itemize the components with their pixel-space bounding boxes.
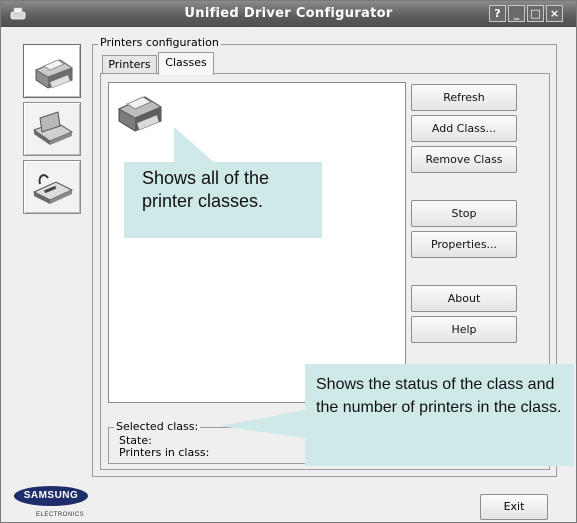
scanner-icon [32, 111, 74, 145]
selected-class-label: Selected class: [114, 420, 201, 433]
tab-printers[interactable]: Printers [102, 55, 157, 74]
help-button[interactable]: Help [411, 316, 517, 343]
title-bar[interactable]: Unified Driver Configurator ? _ □ × [1, 1, 576, 27]
status-callout: Shows the status of the class and the nu… [316, 376, 562, 416]
sidebar-item-ports[interactable] [23, 160, 81, 214]
printers-configuration-label: Printers configuration [98, 36, 221, 49]
app-window: Unified Driver Configurator ? _ □ × Prin… [0, 0, 577, 523]
sidebar-item-scanners[interactable] [23, 102, 81, 156]
maximize-button[interactable]: □ [527, 5, 544, 22]
remove-class-button[interactable]: Remove Class [411, 146, 517, 173]
close-button[interactable]: × [546, 5, 563, 22]
tab-classes[interactable]: Classes [158, 52, 214, 75]
printer-icon [34, 59, 74, 89]
add-class-button[interactable]: Add Class... [411, 115, 517, 142]
printers-in-class-label: Printers in class: [119, 446, 210, 459]
about-button[interactable]: About [411, 285, 517, 312]
list-callout: Shows all of the printer classes. [142, 168, 270, 211]
help-window-button[interactable]: ? [489, 5, 506, 22]
refresh-button[interactable]: Refresh [411, 84, 517, 111]
minimize-button[interactable]: _ [508, 5, 525, 22]
samsung-logo: SAMSUNG ELECTRONICS [14, 486, 90, 522]
port-icon [32, 174, 74, 204]
stop-button[interactable]: Stop [411, 200, 517, 227]
exit-button[interactable]: Exit [480, 494, 548, 520]
properties-button[interactable]: Properties... [411, 231, 517, 258]
sidebar-item-printers[interactable] [23, 44, 81, 98]
